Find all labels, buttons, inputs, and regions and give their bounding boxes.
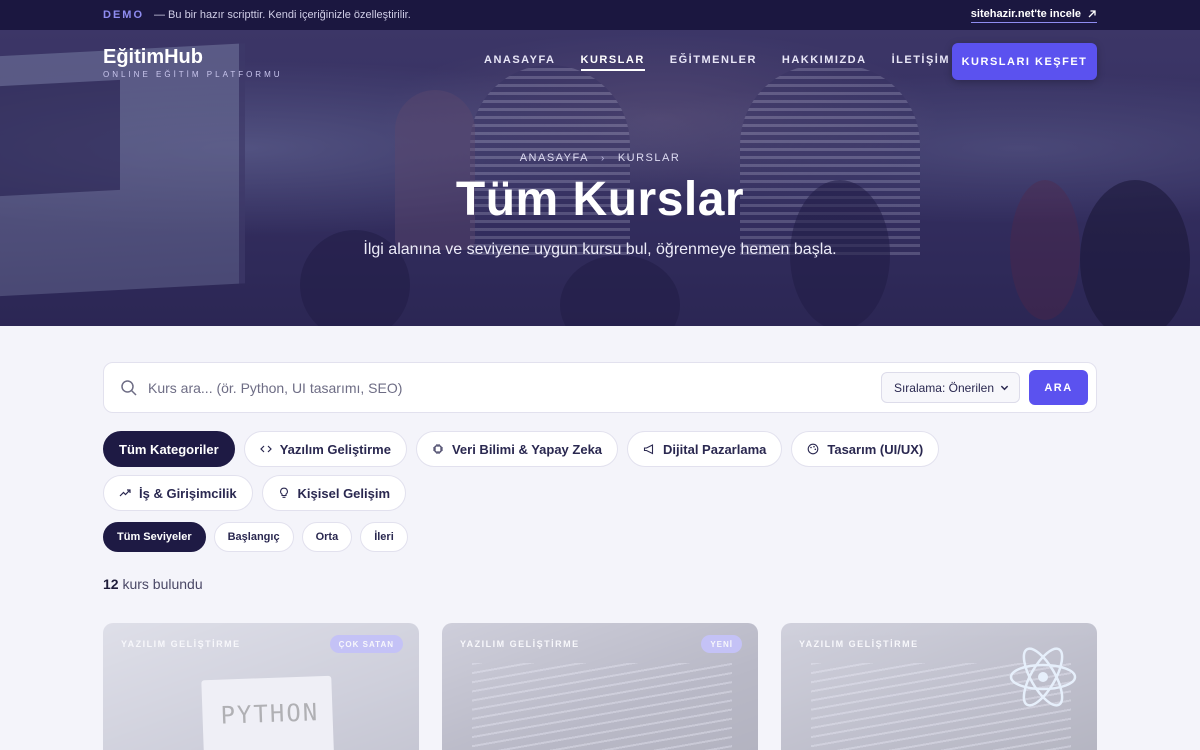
search-button[interactable]: ARA bbox=[1029, 370, 1088, 405]
demo-external-link[interactable]: sitehazir.net'te incele bbox=[970, 7, 1097, 23]
category-chip-marketing[interactable]: Dijital Pazarlama bbox=[627, 431, 783, 467]
category-filter: Tüm Kategoriler Yazılım Geliştirme Veri … bbox=[103, 431, 1097, 511]
category-chip-business[interactable]: İş & Girişimcilik bbox=[103, 475, 253, 511]
chevron-down-icon bbox=[1000, 385, 1009, 391]
brand-logo[interactable]: EğitimHub ONLINE EĞİTİM PLATFORMU bbox=[103, 46, 283, 79]
page-title: Tüm Kurslar bbox=[455, 173, 745, 226]
lightbulb-icon bbox=[279, 487, 288, 498]
category-chip-label: İş & Girişimcilik bbox=[139, 485, 237, 501]
category-chip-label: Tüm Kategoriler bbox=[119, 441, 219, 457]
chevron-right-icon: › bbox=[600, 152, 606, 164]
search-bar: Sıralama: Önerilen ARA bbox=[103, 362, 1097, 413]
sort-select-value: Sıralama: Önerilen bbox=[893, 380, 994, 395]
level-chip-intermediate[interactable]: Orta bbox=[301, 522, 353, 552]
result-count-label: kurs bulundu bbox=[122, 576, 203, 592]
megaphone-icon bbox=[643, 444, 654, 455]
demo-bar: DEMO — Bu bir hazır scripttir. Kendi içe… bbox=[0, 0, 1200, 30]
level-chip-all[interactable]: Tüm Seviyeler bbox=[103, 522, 206, 552]
breadcrumb: ANASAYFA › KURSLAR bbox=[0, 152, 1200, 164]
hero-section: EğitimHub ONLINE EĞİTİM PLATFORMU ANASAY… bbox=[0, 30, 1200, 326]
category-chip-all[interactable]: Tüm Kategoriler bbox=[103, 431, 235, 467]
course-card-category: YAZILIM GELİŞTİRME bbox=[799, 639, 919, 649]
level-chip-beginner[interactable]: Başlangıç bbox=[213, 522, 294, 552]
course-card-image bbox=[472, 663, 732, 750]
course-card-category: YAZILIM GELİŞTİRME bbox=[460, 639, 580, 649]
nav-item-courses[interactable]: KURSLAR bbox=[580, 54, 645, 71]
category-chip-label: Yazılım Geliştirme bbox=[279, 441, 391, 457]
breadcrumb-home[interactable]: ANASAYFA bbox=[520, 152, 589, 164]
result-count-number: 12 bbox=[103, 576, 119, 592]
trending-up-icon bbox=[119, 489, 131, 497]
hero-content: ANASAYFA › KURSLAR Tüm Kurslar İlgi alan… bbox=[0, 152, 1200, 259]
category-chip-software[interactable]: Yazılım Geliştirme bbox=[243, 431, 407, 467]
category-chip-label: Tasarım (UI/UX) bbox=[827, 441, 924, 457]
main-nav: ANASAYFA KURSLAR EĞİTMENLER HAKKIMIZDA İ… bbox=[484, 54, 950, 71]
palette-icon bbox=[808, 443, 819, 455]
demo-tag: DEMO bbox=[103, 9, 144, 21]
nav-item-contact[interactable]: İLETİŞİM bbox=[892, 54, 950, 71]
category-chip-label: Veri Bilimi & Yapay Zeka bbox=[451, 441, 603, 457]
category-chip-label: Dijital Pazarlama bbox=[663, 441, 767, 457]
course-card-image: PYTHON bbox=[201, 675, 335, 750]
sort-select[interactable]: Sıralama: Önerilen bbox=[880, 372, 1020, 403]
course-card-badge: ÇOK SATAN bbox=[329, 635, 403, 653]
arrow-up-right-icon bbox=[1088, 9, 1096, 17]
react-logo-icon bbox=[1009, 647, 1077, 707]
course-card-badge: YENİ bbox=[701, 635, 742, 653]
code-icon bbox=[259, 445, 272, 453]
nav-item-instructors[interactable]: EĞİTMENLER bbox=[670, 54, 757, 71]
category-chip-label: Kişisel Gelişim bbox=[297, 485, 391, 501]
category-chip-design[interactable]: Tasarım (UI/UX) bbox=[791, 431, 940, 467]
category-chip-personal[interactable]: Kişisel Gelişim bbox=[261, 475, 407, 511]
result-count: 12 kurs bulundu bbox=[103, 576, 203, 592]
nav-item-home[interactable]: ANASAYFA bbox=[484, 54, 556, 71]
search-icon bbox=[121, 379, 137, 396]
course-card-image-text: PYTHON bbox=[220, 698, 320, 730]
brand-tagline: ONLINE EĞİTİM PLATFORMU bbox=[103, 70, 283, 79]
level-filter: Tüm Seviyeler Başlangıç Orta İleri bbox=[103, 522, 408, 552]
level-chip-advanced[interactable]: İleri bbox=[360, 522, 408, 552]
demo-text: — Bu bir hazır scripttir. Kendi içeriğin… bbox=[154, 9, 411, 21]
course-card[interactable]: YAZILIM GELİŞTİRME YENİ bbox=[442, 623, 758, 750]
brand-name: EğitimHub bbox=[103, 46, 203, 68]
category-chip-data-science[interactable]: Veri Bilimi & Yapay Zeka bbox=[415, 431, 619, 467]
demo-link-label: sitehazir.net'te incele bbox=[970, 7, 1081, 20]
course-card-category: YAZILIM GELİŞTİRME bbox=[121, 639, 241, 649]
course-card[interactable]: YAZILIM GELİŞTİRME bbox=[781, 623, 1097, 750]
search-input[interactable] bbox=[148, 379, 881, 396]
breadcrumb-current: KURSLAR bbox=[617, 152, 681, 164]
course-card[interactable]: PYTHON YAZILIM GELİŞTİRME ÇOK SATAN bbox=[103, 623, 419, 750]
nav-item-about[interactable]: HAKKIMIZDA bbox=[782, 54, 867, 71]
cpu-icon bbox=[432, 444, 443, 454]
explore-courses-button[interactable]: KURSLARI KEŞFET bbox=[952, 43, 1097, 80]
page-subtitle: İlgi alanına ve seviyene uygun kursu bul… bbox=[363, 241, 837, 258]
